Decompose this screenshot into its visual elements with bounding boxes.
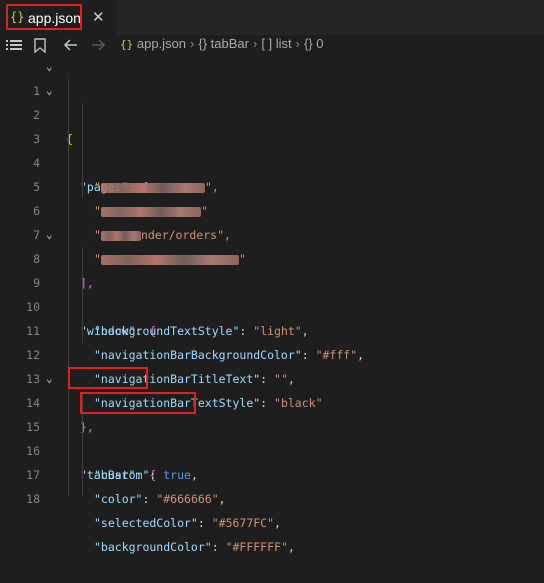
back-arrow-icon[interactable] — [63, 35, 78, 55]
code-line: 3 " ", — [0, 103, 544, 194]
chevron-down-icon[interactable]: ⌄ — [46, 79, 53, 103]
json-file-icon: {} — [120, 38, 134, 51]
code-line: 12 "navigationBarTextStyle": "black" — [0, 319, 544, 410]
code-line: 8 ⌄ "window": { — [0, 223, 544, 338]
json-string: "#5677FC" — [211, 516, 275, 530]
code-line: 16 "color": "#666666", — [0, 415, 544, 506]
custom-highlight-box — [80, 392, 196, 414]
json-key: "backgroundColor" — [94, 540, 212, 554]
code-line: 13 }, — [0, 343, 544, 434]
code-line: 10 "navigationBarBackgroundColor": "#fff… — [0, 271, 544, 362]
bookmark-icon[interactable] — [34, 35, 46, 55]
breadcrumb-item[interactable]: {} tabBar — [198, 36, 249, 51]
code-line: 7 ], — [0, 199, 544, 290]
list-icon[interactable] — [6, 35, 22, 55]
json-key: "selectedColor" — [94, 516, 198, 530]
breadcrumb-file[interactable]: app.json — [137, 36, 186, 51]
json-string: "#FFFFFF" — [225, 540, 288, 554]
code-line: 11 "navigationBarTitleText": "", — [0, 295, 544, 386]
editor-tab-strip: {} app.json ✕ — [0, 0, 544, 35]
tab-highlight-box — [6, 4, 82, 30]
code-line: 1 ⌄ { — [0, 55, 544, 146]
code-line: 9 "backgroundTextStyle": "light", — [0, 247, 544, 338]
chevron-down-icon[interactable]: ⌄ — [46, 55, 53, 79]
chevron-down-icon[interactable]: ⌄ — [46, 367, 53, 391]
code-editor[interactable]: 1 ⌄ { 2 ⌄ "pages": [ 3 "", 4 "" 5 "nder/… — [0, 55, 544, 554]
code-line: 2 ⌄ "pages": [ — [0, 79, 544, 194]
breadcrumb-bar: {} app.json ›{} tabBar ›[ ] list ›{} 0 — [0, 35, 544, 55]
chevron-down-icon[interactable]: ⌄ — [46, 223, 53, 247]
tabbar-highlight-box — [68, 367, 148, 389]
chevron-right-icon: › — [295, 36, 301, 51]
close-icon[interactable]: ✕ — [92, 8, 105, 26]
code-line: 18 "backgroundColor": "#FFFFFF", — [0, 463, 544, 554]
code-line: 6 " " — [0, 175, 544, 266]
code-line-partial — [0, 487, 544, 496]
code-line: 4 " " — [0, 127, 544, 218]
breadcrumb: {} app.json ›{} tabBar ›[ ] list ›{} 0 — [120, 36, 324, 51]
breadcrumb-item[interactable]: [ ] list — [261, 36, 291, 51]
code-line: 5 " nder/orders", — [0, 151, 544, 242]
breadcrumb-item[interactable]: {} 0 — [304, 36, 324, 51]
chevron-right-icon: › — [190, 36, 195, 51]
chevron-right-icon: › — [252, 36, 258, 51]
forward-arrow-icon[interactable] — [91, 35, 106, 55]
code-line: 17 "selectedColor": "#5677FC", — [0, 439, 544, 530]
